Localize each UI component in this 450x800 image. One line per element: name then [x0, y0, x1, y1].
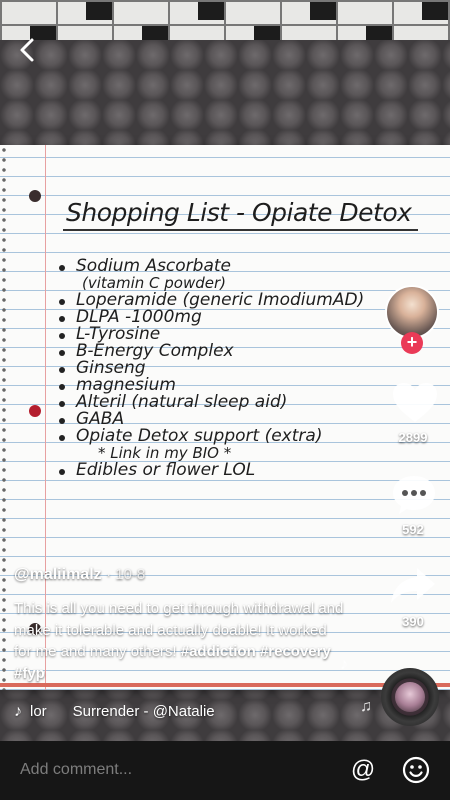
post-date: · 10-8: [106, 566, 146, 583]
speech-bubble-icon[interactable]: [391, 474, 437, 516]
creator-avatar[interactable]: [385, 285, 439, 339]
hashtag-link[interactable]: #fyp: [14, 665, 45, 682]
binder-hole: [29, 190, 41, 202]
chevron-left-icon[interactable]: [14, 36, 42, 64]
music-note-icon: ♪: [14, 703, 22, 720]
music-disc[interactable]: [381, 668, 439, 726]
post-caption: This is all you need to get through with…: [14, 600, 344, 682]
follow-button[interactable]: +: [401, 332, 423, 354]
share-arrow-icon[interactable]: [389, 565, 437, 607]
shopping-list: Sodium Ascorbate (vitamin C powder) Loper…: [56, 258, 364, 479]
list-item: Sodium Ascorbate (vitamin C powder): [56, 258, 364, 292]
list-item: Opiate Detox support (extra) * Link in my…: [56, 428, 364, 462]
add-comment-input[interactable]: Add comment...: [20, 761, 132, 779]
comment-count: 592: [402, 522, 424, 537]
binder-hole: [29, 405, 41, 417]
like-count: 2899: [398, 430, 428, 445]
smiley-icon[interactable]: [402, 756, 430, 784]
at-icon[interactable]: @: [350, 757, 376, 783]
heart-icon[interactable]: [392, 382, 438, 424]
music-ticker[interactable]: ♪ lor Surrender - @Natalie: [14, 703, 215, 721]
music-note-icon: ♫: [360, 698, 372, 715]
music-title: Surrender - @Natalie: [72, 703, 215, 720]
share-count: 390: [402, 614, 424, 629]
list-title: Shopping List - Opiate Detox: [66, 198, 412, 227]
creator-username[interactable]: @maliimalz · 10-8: [14, 566, 145, 584]
spiral-binding: [0, 145, 8, 690]
hashtag-link[interactable]: #addiction: [181, 643, 256, 660]
list-item: Edibles or flower LOL: [56, 462, 364, 479]
hashtag-link[interactable]: #recovery: [260, 643, 331, 660]
